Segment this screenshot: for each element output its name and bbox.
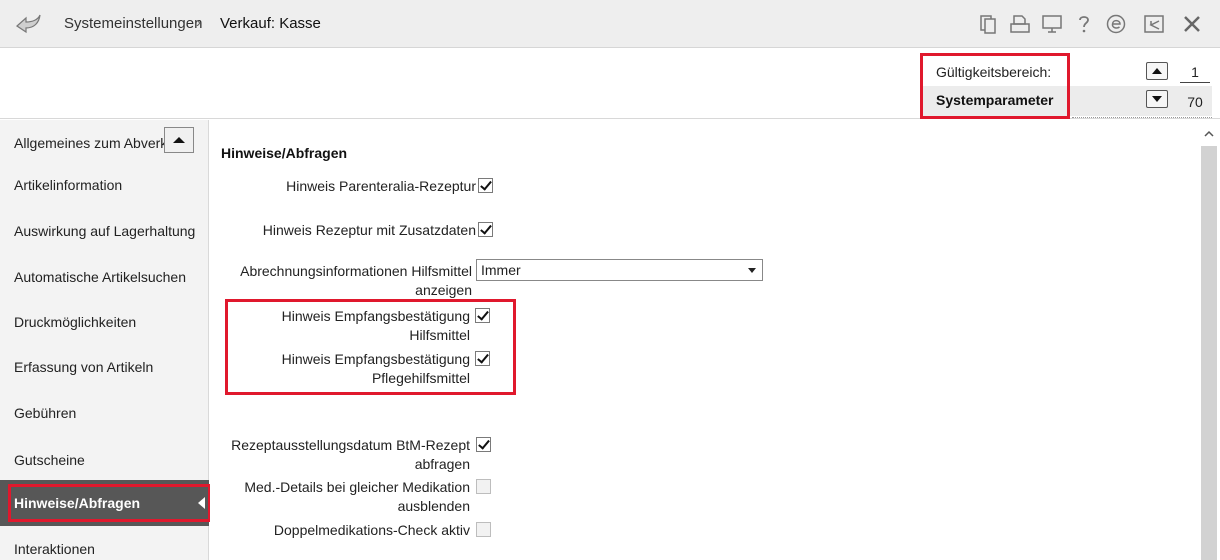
sidebar-item-artikelsuchen[interactable]: Automatische Artikelsuchen: [0, 254, 209, 300]
help-icon[interactable]: [1072, 12, 1096, 36]
med-details-checkbox[interactable]: [476, 479, 491, 494]
options-highlight-box: [225, 299, 516, 395]
monitor-icon[interactable]: [1040, 12, 1064, 36]
option-label: Hinweis Rezeptur mit Zusatzdaten: [262, 222, 476, 238]
option-label: Hinweis Parenteralia-Rezeptur: [286, 178, 476, 194]
print-icon[interactable]: [1008, 12, 1032, 36]
scope-down-button[interactable]: [1146, 90, 1168, 108]
sidebar-item-lagerhaltung[interactable]: Auswirkung auf Lagerhaltung: [0, 208, 209, 254]
scope-counter-top: 1: [1180, 64, 1210, 83]
breadcrumb-current: Verkauf: Kasse: [220, 15, 321, 32]
select-value: Immer: [481, 262, 521, 278]
btm-datum-checkbox[interactable]: [476, 437, 491, 452]
sidebar-scroll-up-button[interactable]: [164, 127, 194, 153]
back-icon[interactable]: [14, 10, 42, 38]
option-label-line2: ausblenden: [397, 498, 470, 514]
sidebar-item-gutscheine[interactable]: Gutscheine: [0, 437, 209, 483]
sidebar-item-interaktionen[interactable]: Interaktionen: [0, 526, 209, 560]
option-label: Rezeptausstellungsdatum BtM-Rezept: [231, 437, 470, 453]
sidebar-item-erfassung[interactable]: Erfassung von Artikeln: [0, 344, 209, 390]
scope-highlight-box: [920, 53, 1070, 119]
scope-up-button[interactable]: [1146, 62, 1168, 80]
doppelmedikation-checkbox[interactable]: [476, 522, 491, 537]
sidebar-item-gebuehren[interactable]: Gebühren: [0, 390, 209, 436]
arrow-up-icon: [1152, 68, 1162, 74]
option-label: Doppelmedikations-Check aktiv: [273, 522, 470, 538]
sidebar-highlight-box: [8, 484, 211, 522]
copy-icon[interactable]: [976, 12, 1000, 36]
breadcrumb-separator: ›: [196, 14, 201, 31]
arrow-down-icon: [1152, 96, 1162, 102]
chevron-down-icon: [748, 268, 756, 273]
scrollbar-thumb[interactable]: [1201, 146, 1217, 560]
title-bar: Systemeinstellungen › Verkauf: Kasse: [0, 0, 1220, 48]
sidebar-item-artikelinformation[interactable]: Artikelinformation: [0, 162, 209, 208]
scope-counter-bottom: 70: [1187, 94, 1203, 110]
arrow-up-icon: [173, 137, 185, 143]
option-label: Abrechnungsinformationen Hilfsmittel: [240, 263, 472, 279]
option-label: Med.-Details bei gleicher Medikation: [244, 479, 470, 495]
e-icon[interactable]: [1104, 12, 1128, 36]
breadcrumb-root[interactable]: Systemeinstellungen: [64, 15, 202, 32]
section-title: Hinweise/Abfragen: [221, 145, 348, 161]
export-icon[interactable]: [1142, 12, 1166, 36]
option-label-line2: abfragen: [414, 456, 470, 472]
close-icon[interactable]: [1180, 12, 1204, 36]
hilfsmittel-info-select[interactable]: Immer: [476, 259, 763, 281]
chevron-up-icon[interactable]: [1204, 130, 1214, 138]
option-label-line2: anzeigen: [415, 282, 472, 298]
parenteralia-checkbox[interactable]: [478, 178, 493, 193]
dotted-divider: [1072, 117, 1212, 118]
rezeptur-zusatzdaten-checkbox[interactable]: [478, 222, 493, 237]
sidebar-item-druckmoeglichkeiten[interactable]: Druckmöglichkeiten: [0, 299, 209, 345]
